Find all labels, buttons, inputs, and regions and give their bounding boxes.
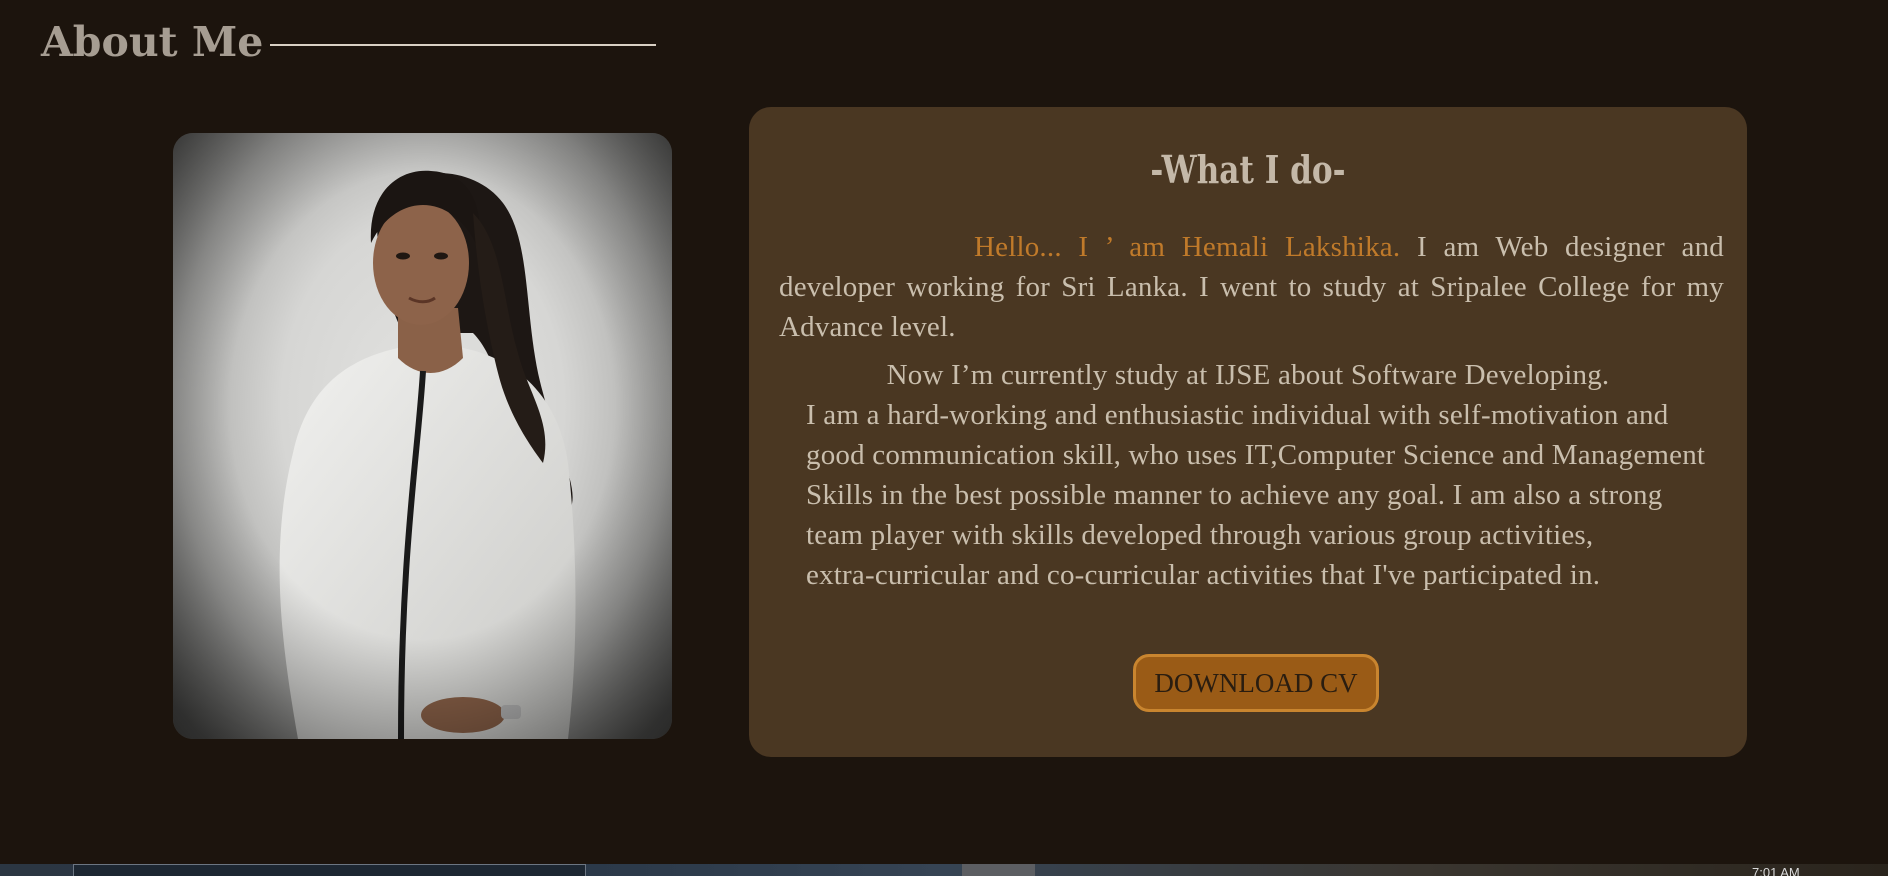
greeting-text: Hello... I ’ am Hemali Lakshika. — [974, 231, 1401, 263]
bio-line: I am a hard-working and enthusiastic ind… — [806, 399, 1669, 431]
bio-line: team player with skills developed throug… — [806, 519, 1594, 551]
study-line: Now I’m currently study at IJSE about So… — [886, 359, 1610, 391]
taskbar-search-box[interactable] — [73, 864, 586, 876]
card-heading: -What I do- — [1150, 147, 1346, 192]
page-title: About Me — [41, 18, 264, 66]
intro-paragraph: Hello... I ’ am Hemali Lakshika. I am We… — [779, 227, 1724, 347]
taskbar-active-app[interactable] — [962, 864, 1035, 876]
what-i-do-card: -What I do- Hello... I ’ am Hemali Laksh… — [749, 107, 1747, 757]
portrait-illustration — [173, 133, 672, 739]
bio-line: good communication skill, who uses IT,Co… — [806, 439, 1706, 471]
taskbar-clock[interactable]: 7:01 AM — [1752, 866, 1800, 876]
section-header: About Me — [41, 14, 263, 70]
profile-photo — [173, 133, 672, 739]
bio-paragraph: I am a hard-working and enthusiastic ind… — [806, 395, 1706, 595]
title-divider — [270, 44, 656, 46]
bio-line: extra-curricular and co-curricular activ… — [806, 559, 1601, 591]
download-cv-button[interactable]: DOWNLOAD CV — [1133, 654, 1379, 712]
bio-line: Skills in the best possible manner to ac… — [806, 479, 1663, 511]
